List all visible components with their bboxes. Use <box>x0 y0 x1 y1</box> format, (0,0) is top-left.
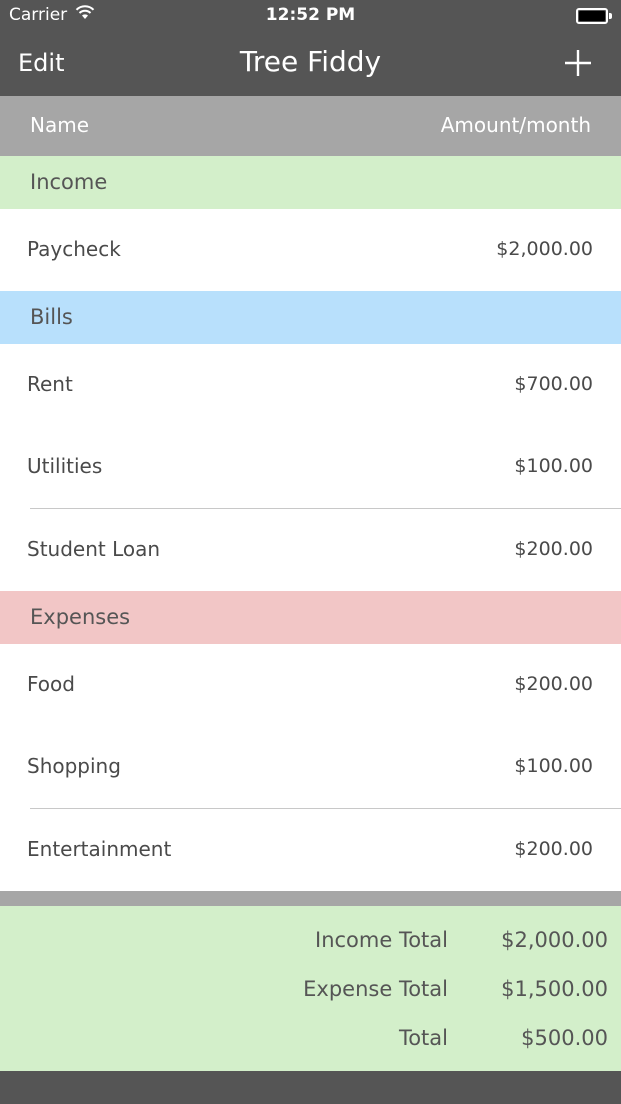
item-name: Entertainment <box>27 837 172 861</box>
status-bar: Carrier 12:52 PM <box>0 0 621 32</box>
column-amount-label: Amount/month <box>440 113 591 137</box>
section-header-expenses: Expenses <box>0 591 621 644</box>
edit-button[interactable]: Edit <box>18 49 64 77</box>
income-total-label: Income Total <box>315 928 448 952</box>
item-amount: $100.00 <box>514 755 593 777</box>
battery-icon <box>576 8 612 24</box>
section-header-bills: Bills <box>0 291 621 344</box>
page-title: Tree Fiddy <box>239 45 382 78</box>
expense-total-value: $1,500.00 <box>501 977 608 1001</box>
list-item[interactable]: Utilities $100.00 <box>0 426 621 508</box>
net-total-value: $500.00 <box>521 1026 608 1050</box>
net-total-label: Total <box>398 1026 448 1050</box>
list-item[interactable]: Entertainment $200.00 <box>0 809 621 891</box>
expense-total-label: Expense Total <box>303 977 448 1001</box>
list-item[interactable]: Shopping $100.00 <box>0 726 621 808</box>
item-name: Student Loan <box>27 537 161 561</box>
item-amount: $2,000.00 <box>496 238 593 260</box>
bottom-bar <box>0 1071 621 1104</box>
column-header: Name Amount/month <box>0 96 621 156</box>
footer-divider <box>0 891 621 906</box>
section-title-income: Income <box>30 170 108 194</box>
item-amount: $700.00 <box>514 373 593 395</box>
item-name: Utilities <box>27 454 103 478</box>
column-name-label: Name <box>30 113 90 137</box>
plus-icon[interactable] <box>563 48 593 78</box>
item-amount: $200.00 <box>514 673 593 695</box>
income-total-value: $2,000.00 <box>501 928 608 952</box>
list-item[interactable]: Food $200.00 <box>0 644 621 726</box>
nav-bar: Edit Tree Fiddy <box>0 32 621 96</box>
list-item[interactable]: Student Loan $200.00 <box>0 509 621 591</box>
item-amount: $200.00 <box>514 838 593 860</box>
item-name: Shopping <box>27 754 121 778</box>
totals-panel: Income Total $2,000.00 Expense Total $1,… <box>0 906 621 1071</box>
section-title-expenses: Expenses <box>30 605 131 629</box>
status-time: 12:52 PM <box>265 5 356 25</box>
item-name: Food <box>27 672 75 696</box>
item-name: Rent <box>27 372 73 396</box>
item-name: Paycheck <box>27 237 121 261</box>
section-title-bills: Bills <box>30 305 73 329</box>
list-item[interactable]: Paycheck $2,000.00 <box>0 209 621 291</box>
item-amount: $200.00 <box>514 538 593 560</box>
item-amount: $100.00 <box>514 455 593 477</box>
section-header-income: Income <box>0 156 621 209</box>
list-item[interactable]: Rent $700.00 <box>0 344 621 426</box>
